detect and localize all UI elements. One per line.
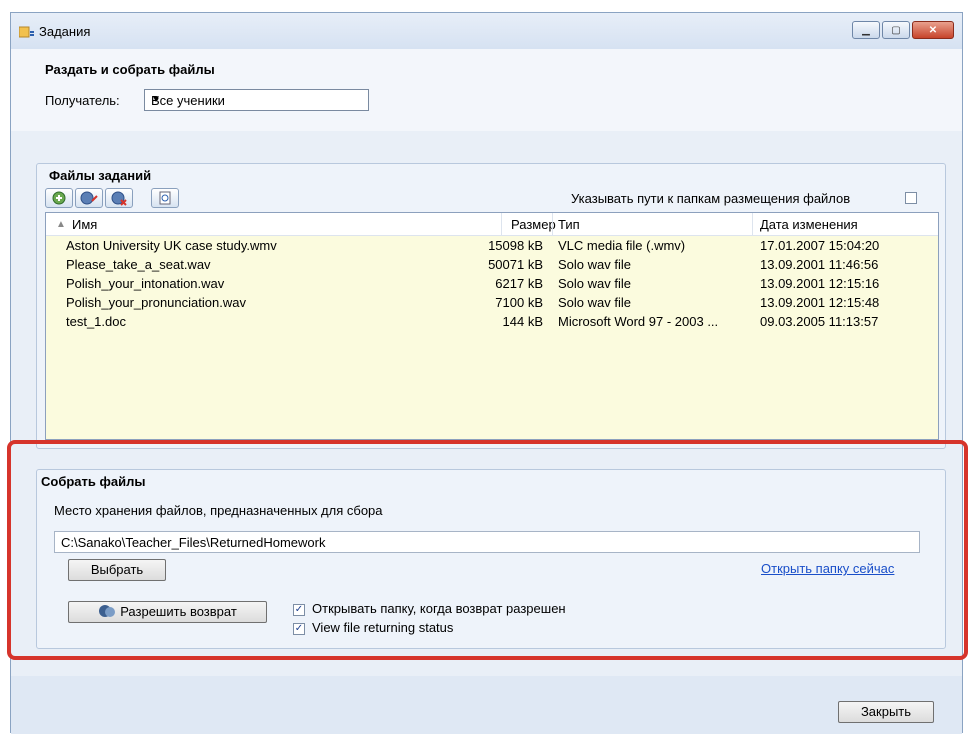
table-row[interactable]: Please_take_a_seat.wav 50071 kB Solo wav… (46, 257, 938, 276)
open-folder-checkbox[interactable]: ✓ (293, 604, 305, 616)
allow-return-button[interactable]: Разрешить возврат (68, 601, 267, 623)
recipient-label: Получатель: (45, 93, 120, 108)
allow-return-label: Разрешить возврат (120, 604, 237, 619)
tasks-app-icon (19, 26, 34, 38)
view-status-checkbox-label: View file returning status (312, 620, 454, 635)
column-date[interactable]: Дата изменения (760, 217, 858, 232)
file-size: 15098 kB (488, 238, 543, 253)
sort-asc-icon: ▲ (56, 219, 66, 230)
remove-file-icon (111, 191, 127, 206)
add-file-button[interactable] (45, 188, 73, 208)
preview-button[interactable] (151, 188, 179, 208)
task-files-list[interactable]: ▲ Имя Размер Тип Дата изменения Aston Un… (45, 212, 939, 440)
file-date: 09.03.2005 11:13:57 (760, 314, 879, 329)
remove-file-button[interactable] (105, 188, 133, 208)
column-size[interactable]: Размер (511, 217, 556, 232)
file-name: Polish_your_pronunciation.wav (66, 295, 246, 310)
table-row[interactable]: Aston University UK case study.wmv 15098… (46, 238, 938, 257)
column-name[interactable]: Имя (72, 217, 97, 232)
window-title: Задания (39, 24, 91, 39)
open-folder-link[interactable]: Открыть папку сейчас (761, 561, 894, 576)
file-type: Solo wav file (558, 276, 631, 291)
title-bar: Задания ▁ ▢ ✕ (11, 13, 962, 49)
show-paths-label: Указывать пути к папкам размещения файло… (571, 191, 851, 206)
storage-path-field[interactable]: C:\Sanako\Teacher_Files\ReturnedHomework (54, 531, 920, 553)
column-separator (501, 213, 502, 235)
maximize-button[interactable]: ▢ (882, 21, 910, 39)
file-date: 17.01.2007 15:04:20 (760, 238, 880, 253)
add-folder-icon (80, 191, 98, 205)
preview-icon (159, 191, 171, 205)
view-status-checkbox[interactable]: ✓ (293, 623, 305, 635)
column-separator (552, 213, 553, 235)
storage-path-value: C:\Sanako\Teacher_Files\ReturnedHomework (61, 535, 326, 550)
storage-location-label: Место хранения файлов, предназначенных д… (54, 503, 383, 518)
recipient-dropdown[interactable]: Все ученики ▼ (144, 89, 369, 111)
file-name: test_1.doc (66, 314, 126, 329)
table-row[interactable]: test_1.doc 144 kB Microsoft Word 97 - 20… (46, 314, 938, 333)
file-date: 13.09.2001 12:15:16 (760, 276, 880, 291)
file-type: Solo wav file (558, 295, 631, 310)
table-row[interactable]: Polish_your_pronunciation.wav 7100 kB So… (46, 295, 938, 314)
add-folder-button[interactable] (75, 188, 103, 208)
file-type: Solo wav file (558, 257, 631, 272)
add-file-icon (52, 191, 66, 205)
column-type[interactable]: Тип (558, 217, 580, 232)
show-paths-checkbox[interactable] (905, 192, 917, 204)
close-window-button[interactable]: ✕ (912, 21, 954, 39)
list-header: ▲ Имя Размер Тип Дата изменения (46, 213, 938, 236)
table-row[interactable]: Polish_your_intonation.wav 6217 kB Solo … (46, 276, 938, 295)
user-return-icon (99, 605, 116, 617)
file-name: Please_take_a_seat.wav (66, 257, 211, 272)
column-separator (752, 213, 753, 235)
file-date: 13.09.2001 11:46:56 (760, 257, 879, 272)
file-name: Aston University UK case study.wmv (66, 238, 277, 253)
footer-bar (11, 676, 962, 734)
file-size: 144 kB (502, 314, 543, 329)
file-size: 7100 kB (495, 295, 543, 310)
file-type: Microsoft Word 97 - 2003 ... (558, 314, 719, 329)
collect-files-heading: Собрать файлы (41, 474, 146, 489)
open-folder-checkbox-label: Открывать папку, когда возврат разрешен (312, 601, 566, 616)
choose-folder-button[interactable]: Выбрать (68, 559, 166, 581)
file-date: 13.09.2001 12:15:48 (760, 295, 880, 310)
file-name: Polish_your_intonation.wav (66, 276, 225, 291)
close-button[interactable]: Закрыть (838, 701, 934, 723)
file-type: VLC media file (.wmv) (558, 238, 686, 253)
file-size: 50071 kB (488, 257, 543, 272)
distribute-heading: Раздать и собрать файлы (45, 62, 215, 77)
minimize-button[interactable]: ▁ (852, 21, 880, 39)
chevron-down-icon: ▼ (151, 94, 161, 105)
file-size: 6217 kB (495, 276, 543, 291)
task-files-heading: Файлы заданий (49, 168, 152, 183)
tasks-window: Задания ▁ ▢ ✕ Раздать и собрать файлы По… (10, 12, 963, 734)
